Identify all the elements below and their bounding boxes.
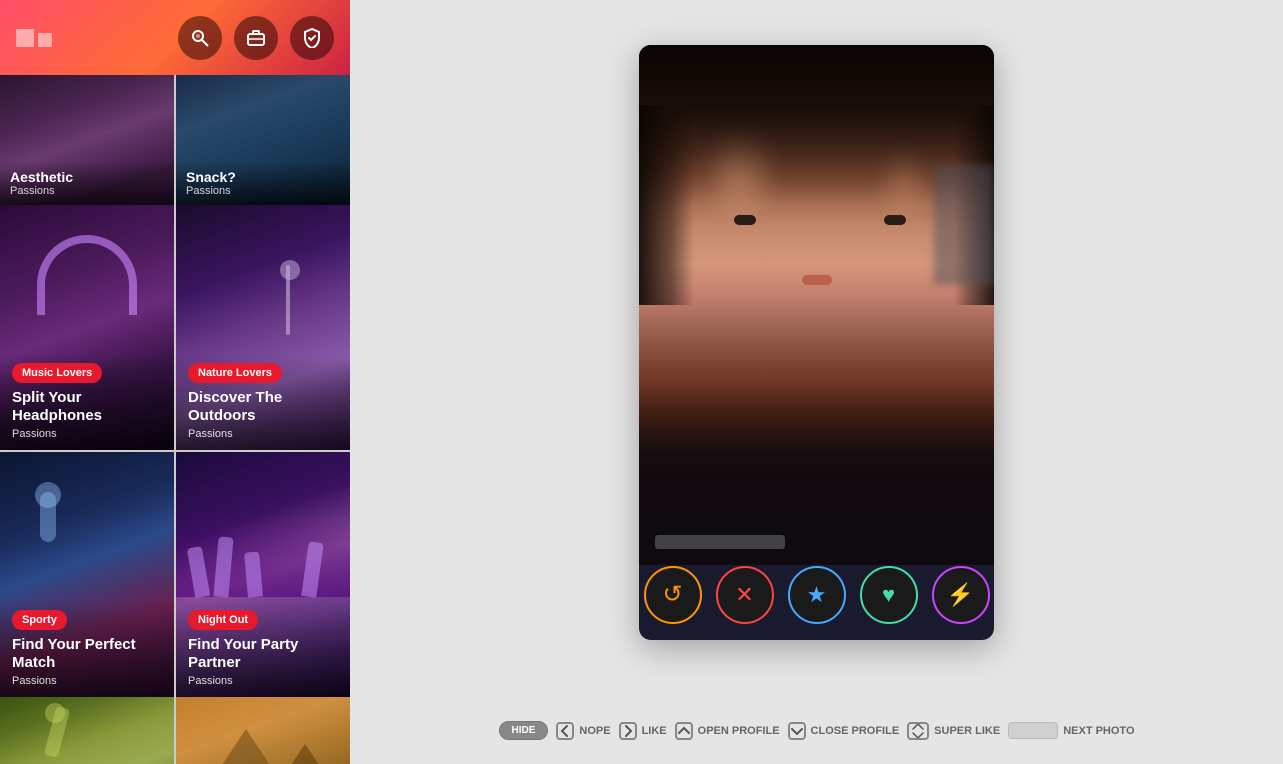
super-like-arrows-icon bbox=[907, 722, 929, 740]
open-profile-arrow-icon bbox=[675, 722, 693, 740]
snack-subtitle: Passions bbox=[186, 185, 340, 197]
nightout-title: Find Your Party Partner bbox=[188, 636, 338, 672]
nope-shortcut-label: NOPE bbox=[579, 725, 610, 737]
snack-title: Snack? bbox=[186, 169, 340, 185]
profile-photo-area bbox=[639, 45, 994, 565]
search-button[interactable] bbox=[178, 16, 222, 60]
aesthetic-title: Aesthetic bbox=[10, 169, 164, 185]
nature-badge: Nature Lovers bbox=[188, 363, 282, 383]
up-down-arrows-icon bbox=[909, 724, 927, 738]
bottom-cards-row: Thrill Seekers Wanderlust bbox=[0, 697, 350, 764]
sporty-card[interactable]: Sporty Find Your Perfect Match Passions bbox=[0, 452, 174, 697]
profile-action-buttons: ↺ ✕ ★ ♥ ⚡ bbox=[644, 566, 990, 624]
aesthetic-card-content: Aesthetic Passions bbox=[0, 161, 174, 205]
nightout-subtitle: Passions bbox=[188, 675, 338, 687]
briefcase-button[interactable] bbox=[234, 16, 278, 60]
music-lovers-card[interactable]: Music Lovers Split Your Headphones Passi… bbox=[0, 205, 174, 450]
sporty-card-content: Sporty Find Your Perfect Match Passions bbox=[0, 600, 174, 697]
nightout-badge: Night Out bbox=[188, 610, 258, 630]
music-subtitle: Passions bbox=[12, 428, 162, 440]
shield-icon bbox=[303, 28, 321, 48]
close-profile-label: CLOSE PROFILE bbox=[811, 725, 900, 737]
boost-button[interactable]: ⚡ bbox=[932, 566, 990, 624]
briefcase-icon bbox=[246, 29, 266, 47]
shortcuts-bar: HIDE NOPE LIKE OPEN PROFILE CLOSE PROFIL bbox=[498, 721, 1134, 740]
super-like-shortcut-label: SUPER LIKE bbox=[934, 725, 1000, 737]
main-content: ↺ ✕ ★ ♥ ⚡ HIDE NOPE bbox=[350, 0, 1283, 764]
music-title: Split Your Headphones bbox=[12, 389, 162, 425]
shield-button[interactable] bbox=[290, 16, 334, 60]
nature-subtitle: Passions bbox=[188, 428, 338, 440]
nope-shortcut: NOPE bbox=[556, 722, 610, 740]
boost-icon: ⚡ bbox=[947, 582, 974, 608]
undo-button[interactable]: ↺ bbox=[644, 566, 702, 624]
undo-icon: ↺ bbox=[662, 580, 682, 609]
middle-cards-grid: Music Lovers Split Your Headphones Passi… bbox=[0, 205, 350, 697]
up-arrow-icon bbox=[677, 724, 691, 738]
next-photo-label: NEXT PHOTO bbox=[1063, 725, 1134, 737]
like-button[interactable]: ★ bbox=[788, 566, 846, 624]
nope-icon: ✕ bbox=[735, 582, 753, 608]
right-arrow-icon bbox=[621, 724, 635, 738]
thrill-seekers-card[interactable]: Thrill Seekers bbox=[0, 697, 174, 764]
down-arrow-icon bbox=[790, 724, 804, 738]
super-like-icon: ♥ bbox=[882, 582, 895, 608]
nature-title: Discover The Outdoors bbox=[188, 389, 338, 425]
sidebar: Aesthetic Passions Snack? Passions Music… bbox=[0, 0, 350, 764]
open-profile-shortcut: OPEN PROFILE bbox=[675, 722, 780, 740]
like-shortcut-label: LIKE bbox=[642, 725, 667, 737]
music-badge: Music Lovers bbox=[12, 363, 102, 383]
sporty-badge: Sporty bbox=[12, 610, 67, 630]
close-profile-shortcut: CLOSE PROFILE bbox=[788, 722, 900, 740]
search-icon bbox=[190, 28, 210, 48]
like-arrow-icon bbox=[619, 722, 637, 740]
sidebar-header bbox=[0, 0, 350, 75]
night-out-card[interactable]: Night Out Find Your Party Partner Passio… bbox=[176, 452, 350, 697]
logo-block-2 bbox=[38, 33, 52, 47]
open-profile-label: OPEN PROFILE bbox=[698, 725, 780, 737]
hide-shortcut: HIDE bbox=[498, 721, 548, 740]
profile-card: ↺ ✕ ★ ♥ ⚡ bbox=[639, 45, 994, 640]
hide-key[interactable]: HIDE bbox=[498, 721, 548, 740]
nope-button[interactable]: ✕ bbox=[716, 566, 774, 624]
music-card-content: Music Lovers Split Your Headphones Passi… bbox=[0, 353, 174, 450]
nature-card-content: Nature Lovers Discover The Outdoors Pass… bbox=[176, 353, 350, 450]
close-profile-arrow-icon bbox=[788, 722, 806, 740]
next-photo-key[interactable] bbox=[1008, 722, 1058, 739]
super-like-shortcut: SUPER LIKE bbox=[907, 722, 1000, 740]
super-like-button[interactable]: ♥ bbox=[860, 566, 918, 624]
nightout-card-content: Night Out Find Your Party Partner Passio… bbox=[176, 600, 350, 697]
app-logo bbox=[16, 18, 76, 58]
snack-card[interactable]: Snack? Passions bbox=[176, 75, 350, 205]
next-photo-shortcut: NEXT PHOTO bbox=[1008, 722, 1134, 739]
logo-block-1 bbox=[16, 29, 34, 47]
wanderlust-card[interactable]: Wanderlust bbox=[176, 697, 350, 764]
sporty-title: Find Your Perfect Match bbox=[12, 636, 162, 672]
sporty-subtitle: Passions bbox=[12, 675, 162, 687]
nature-lovers-card[interactable]: Nature Lovers Discover The Outdoors Pass… bbox=[176, 205, 350, 450]
left-arrow-icon bbox=[558, 724, 572, 738]
like-shortcut: LIKE bbox=[619, 722, 667, 740]
like-icon: ★ bbox=[807, 582, 827, 608]
aesthetic-subtitle: Passions bbox=[10, 185, 164, 197]
aesthetic-card[interactable]: Aesthetic Passions bbox=[0, 75, 174, 205]
nope-arrow-icon bbox=[556, 722, 574, 740]
top-cards-row: Aesthetic Passions Snack? Passions bbox=[0, 75, 350, 205]
snack-card-content: Snack? Passions bbox=[176, 161, 350, 205]
